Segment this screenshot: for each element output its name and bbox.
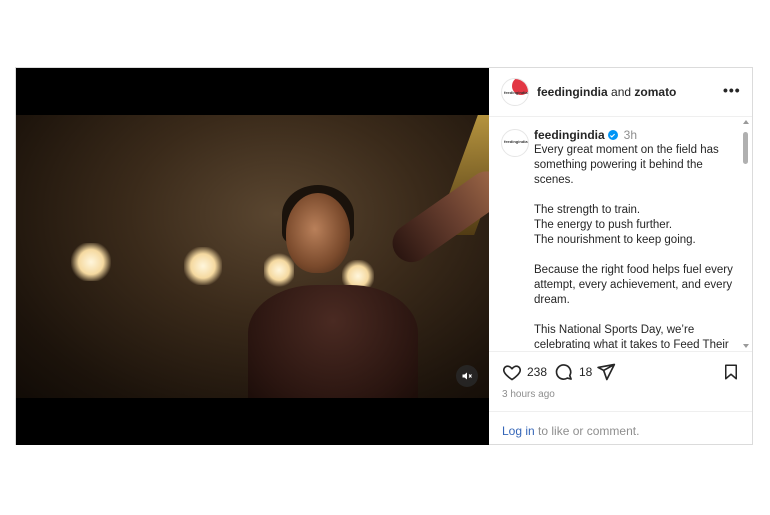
share-button[interactable] [596, 362, 616, 382]
post-side-panel: feedingindia feedingindia and zomato •••… [489, 68, 752, 444]
heart-icon [503, 365, 521, 381]
mute-button[interactable] [456, 365, 478, 387]
verified-badge-icon [607, 130, 618, 140]
caption-scrollbar[interactable] [742, 120, 750, 348]
video-frame[interactable] [16, 115, 489, 398]
avatar[interactable]: feedingindia [501, 78, 529, 106]
comment-button[interactable]: 18 [554, 362, 592, 382]
account-name[interactable]: feedingindia [537, 85, 608, 99]
login-rest: to like or comment. [534, 424, 640, 438]
scroll-thumb[interactable] [743, 132, 748, 164]
caption-area: feedingindia feedingindia 3h Every great… [489, 117, 739, 349]
comment-icon [555, 364, 572, 380]
posted-time: 3 hours ago [502, 389, 555, 400]
connector-text: and [611, 85, 632, 99]
stadium-light [264, 253, 294, 287]
post-header-title: feedingindia and zomato [537, 85, 676, 99]
caption-header: feedingindia 3h [534, 128, 637, 142]
avatar-logo-text: feedingindia [504, 90, 528, 95]
scroll-up-arrow-icon[interactable] [743, 120, 749, 124]
video-player[interactable] [16, 68, 489, 445]
login-link[interactable]: Log in [502, 424, 535, 438]
like-button[interactable]: 238 [502, 362, 547, 382]
bookmark-icon [725, 364, 737, 380]
stadium-light [184, 247, 222, 285]
avatar-logo-text: feedingindia [504, 139, 528, 144]
caption-text: Every great moment on the field has some… [534, 144, 733, 349]
scroll-down-arrow-icon[interactable] [743, 344, 749, 348]
avatar[interactable]: feedingindia [501, 129, 529, 157]
collaborator-name[interactable]: zomato [634, 85, 676, 99]
caption-username[interactable]: feedingindia [534, 128, 605, 142]
send-icon [597, 363, 616, 381]
login-text: Log in to like or comment. [502, 424, 639, 438]
athlete-body [248, 285, 418, 398]
like-count[interactable]: 238 [527, 365, 547, 379]
more-options-icon[interactable]: ••• [723, 82, 741, 98]
login-prompt: Log in to like or comment. [489, 411, 752, 446]
comment-count[interactable]: 18 [579, 365, 592, 379]
action-bar: 238 18 [489, 351, 752, 392]
post-header: feedingindia feedingindia and zomato ••• [489, 68, 752, 117]
instagram-post: feedingindia feedingindia and zomato •••… [15, 67, 753, 445]
athlete-arm [385, 163, 489, 270]
athlete-head [286, 193, 350, 273]
stadium-light [71, 243, 111, 281]
post-time[interactable]: 3h [624, 128, 637, 142]
save-button[interactable] [722, 362, 740, 382]
muted-speaker-icon [462, 372, 472, 380]
